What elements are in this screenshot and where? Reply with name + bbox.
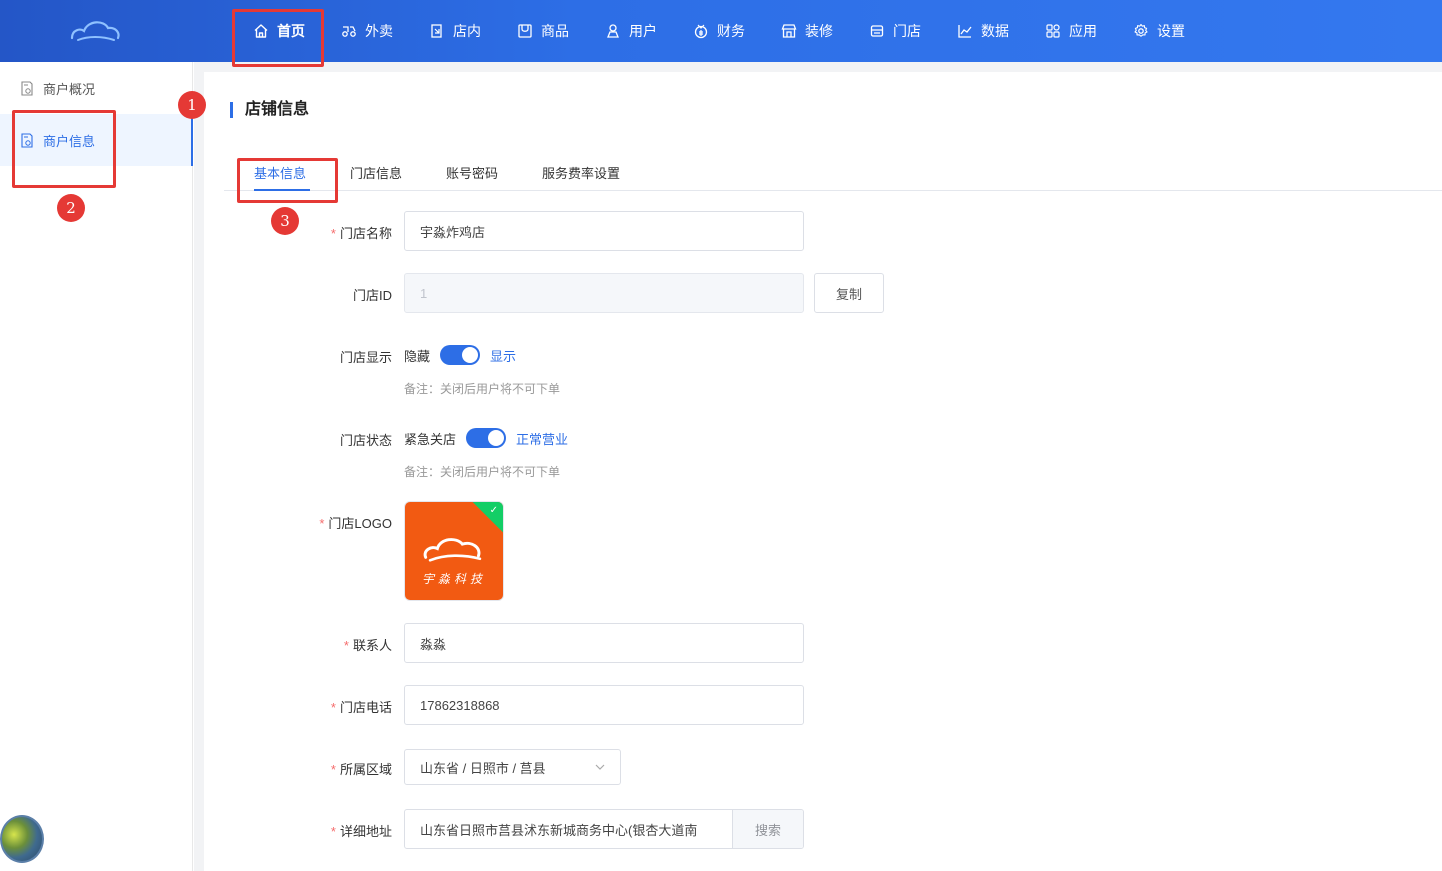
- tab-store-info[interactable]: 门店信息: [350, 163, 402, 182]
- avatar[interactable]: [0, 815, 44, 863]
- nav-item-finance[interactable]: 财务: [675, 0, 763, 62]
- region-label: * 所属区域: [330, 762, 392, 777]
- nav-item-user[interactable]: 用户: [587, 0, 675, 62]
- gear-icon: [1134, 23, 1148, 37]
- annotation-number: 1: [178, 91, 206, 119]
- main-nav: 首页 外卖 店内 商品 用户 财务 装修 门店 数据 应用 设置: [235, 0, 1203, 62]
- nav-label: 门店: [893, 23, 921, 39]
- top-navbar: 首页 外卖 店内 商品 用户 财务 装修 门店 数据 应用 设置: [0, 0, 1442, 62]
- cloud-logo-icon: [423, 538, 482, 562]
- nav-item-settings[interactable]: 设置: [1115, 0, 1203, 62]
- nav-label: 数据: [981, 23, 1009, 39]
- annotation-number: 2: [57, 194, 85, 222]
- cloud-logo-icon[interactable]: [68, 16, 122, 46]
- page-title: 店铺信息: [230, 102, 309, 118]
- store-display-row: 隐藏 显示: [404, 345, 516, 365]
- store-name-input[interactable]: 宇淼炸鸡店: [404, 211, 804, 251]
- tab-service-fee[interactable]: 服务费率设置: [542, 163, 620, 182]
- store-status-toggle[interactable]: [466, 428, 507, 448]
- copy-button[interactable]: 复制: [814, 273, 884, 313]
- address-search-button[interactable]: 搜索: [732, 810, 803, 848]
- nav-label: 设置: [1157, 23, 1185, 39]
- nav-label: 商品: [541, 23, 569, 39]
- nav-item-decor[interactable]: 装修: [763, 0, 851, 62]
- finance-icon: [694, 24, 708, 39]
- nav-label: 外卖: [365, 23, 393, 39]
- store-name-label: * 门店名称: [330, 226, 392, 241]
- nav-item-apps[interactable]: 应用: [1027, 0, 1115, 62]
- switch-on-label: 显示: [490, 348, 517, 364]
- contact-label: * 联系人: [343, 638, 392, 653]
- sidebar-item-merchant-overview[interactable]: 商户概况: [0, 62, 193, 114]
- dine-in-icon: [431, 24, 442, 38]
- address-input-group: 山东省日照市莒县沭东新城商务中心(银杏大道南 搜索: [404, 809, 804, 849]
- logo-brand-text: 宇淼科技: [421, 572, 486, 586]
- nav-label: 财务: [717, 23, 745, 39]
- contact-input[interactable]: 淼淼: [404, 623, 804, 663]
- store-display-toggle[interactable]: [440, 345, 481, 365]
- store-id-label: 门店ID: [352, 288, 392, 303]
- user-icon: [607, 24, 619, 38]
- switch-on-label: 正常营业: [516, 431, 569, 447]
- nav-item-product[interactable]: 商品: [499, 0, 587, 62]
- store-display-label: 门店显示: [339, 350, 392, 365]
- address-input[interactable]: 山东省日照市莒县沭东新城商务中心(银杏大道南: [405, 810, 732, 848]
- phone-input[interactable]: 17862318868: [404, 685, 804, 725]
- store-status-note: 备注：关闭后用户将不可下单: [404, 465, 561, 479]
- store-display-note: 备注：关闭后用户将不可下单: [404, 382, 561, 396]
- store-logo-upload[interactable]: 宇淼科技 ✓: [404, 501, 504, 601]
- nav-label: 装修: [805, 23, 833, 39]
- content-card: [204, 72, 1442, 871]
- delivery-icon: [342, 26, 356, 37]
- check-icon: ✓: [489, 505, 498, 516]
- annotation-box-merchant-info: [12, 110, 116, 188]
- nav-item-data[interactable]: 数据: [939, 0, 1027, 62]
- document-icon: [21, 80, 33, 96]
- decor-icon: [781, 24, 797, 38]
- store-icon: [870, 25, 884, 37]
- annotation-box-basic-info: [237, 158, 338, 203]
- tab-account-password[interactable]: 账号密码: [446, 163, 498, 182]
- store-status-row: 紧急关店 正常营业: [404, 428, 568, 448]
- nav-item-delivery[interactable]: 外卖: [323, 0, 411, 62]
- store-logo-label: * 门店LOGO: [319, 516, 392, 531]
- phone-label: * 门店电话: [330, 700, 392, 715]
- annotation-number: 3: [271, 207, 299, 235]
- chevron-down-icon: [595, 764, 605, 770]
- store-status-label: 门店状态: [339, 433, 392, 448]
- address-label: * 详细地址: [330, 824, 392, 839]
- sidebar-item-label: 商户概况: [43, 81, 96, 97]
- nav-label: 应用: [1069, 23, 1097, 39]
- region-value: 山东省 / 日照市 / 莒县: [420, 760, 546, 776]
- nav-label: 用户: [629, 23, 657, 39]
- region-select[interactable]: 山东省 / 日照市 / 莒县: [404, 749, 621, 785]
- annotation-box-home: [232, 9, 324, 67]
- store-id-input: 1: [404, 273, 804, 313]
- product-icon: [518, 24, 532, 38]
- nav-item-store[interactable]: 门店: [851, 0, 939, 62]
- tab-bar: [224, 155, 1442, 191]
- nav-label: 店内: [453, 23, 481, 39]
- apps-icon: [1046, 24, 1060, 38]
- switch-off-label: 隐藏: [404, 348, 431, 364]
- switch-off-label: 紧急关店: [404, 431, 457, 447]
- chart-icon: [958, 25, 972, 38]
- nav-item-dine-in[interactable]: 店内: [411, 0, 499, 62]
